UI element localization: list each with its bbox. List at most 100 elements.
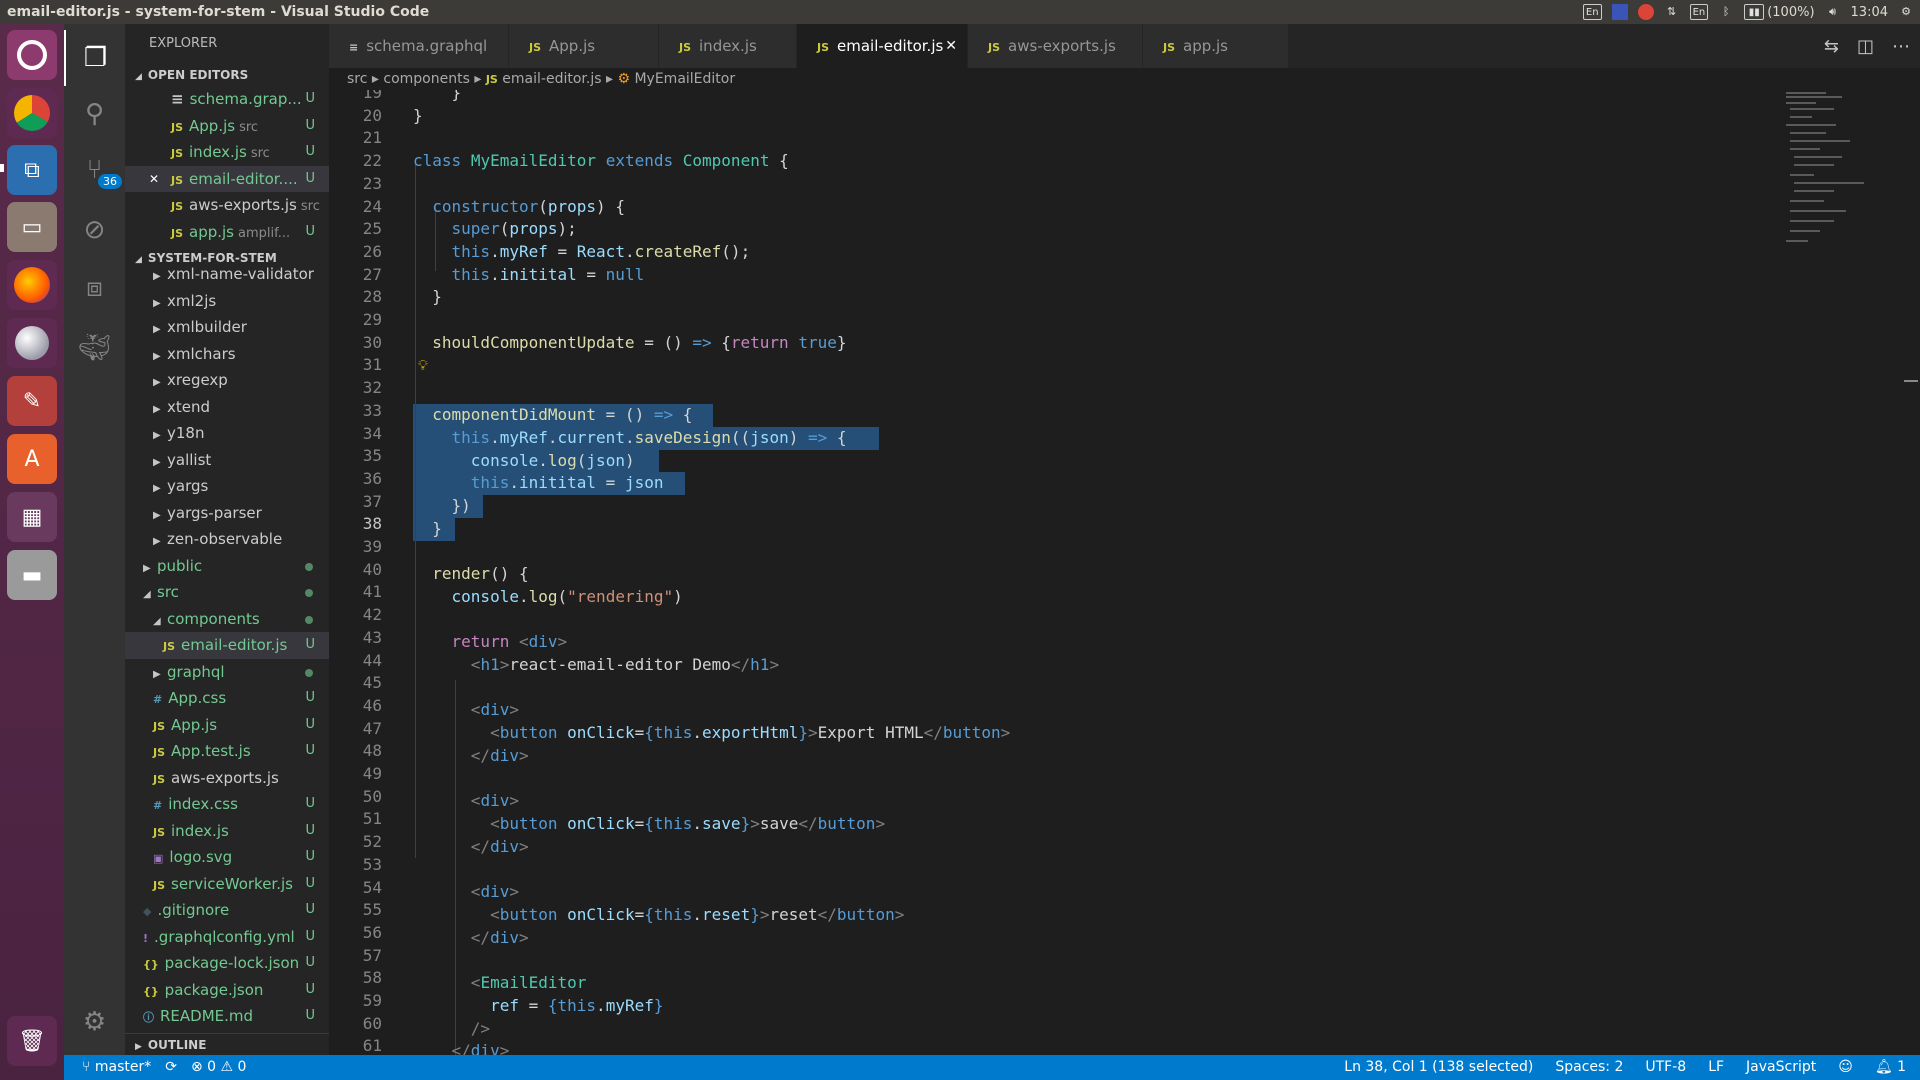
tree-file[interactable]: JS index.js U — [125, 818, 329, 845]
tree-file[interactable]: JS App.js U — [125, 712, 329, 739]
git-branch[interactable]: ⑂ master* — [82, 1055, 151, 1080]
tree-file[interactable]: {} package-lock.json U — [125, 950, 329, 977]
tree-folder[interactable]: ▶ xmlbuilder — [125, 314, 329, 341]
trash-icon[interactable]: 🗑︎ — [7, 1016, 57, 1066]
split-editor-icon[interactable]: ◫ — [1857, 36, 1874, 57]
vertical-scrollbar[interactable] — [1904, 90, 1918, 1055]
battery-indicator[interactable]: ▮▮ (100%) — [1744, 4, 1815, 20]
system-settings-icon[interactable]: ✎ — [7, 376, 57, 426]
open-editor-item[interactable]: JS app.js amplif... U — [125, 219, 329, 246]
tree-folder[interactable]: ◢ components — [125, 606, 329, 633]
keyboard-indicator[interactable]: En — [1582, 4, 1602, 20]
tree-file[interactable]: ! .graphqlconfig.yml U — [125, 924, 329, 951]
git-file-icon: ◆ — [143, 905, 152, 918]
docker-icon[interactable]: 🐳︎ — [64, 320, 125, 376]
sync-icon[interactable]: ⟳ — [165, 1055, 177, 1080]
tree-folder[interactable]: ▶ xml2js — [125, 288, 329, 315]
breadcrumb-file[interactable]: email-editor.js — [502, 71, 601, 87]
close-icon[interactable]: ✕ — [149, 166, 159, 193]
open-editors-section[interactable]: ◢ OPEN EDITORS — [125, 64, 329, 86]
lightbulb-icon[interactable]: 💡︎ — [418, 358, 428, 374]
tree-file[interactable]: # App.css U — [125, 685, 329, 712]
tree-folder[interactable]: ▶ xtend — [125, 394, 329, 421]
code-editor[interactable]: 19 20 21 22 23 24 25 26 27 28 29 30 31 32 33 34 35 36 37 38… — [329, 90, 1779, 1055]
tab-App-js[interactable]: JS App.js — [509, 24, 659, 68]
source-control-icon[interactable]: ⑂ 36 — [64, 142, 125, 198]
tree-file[interactable]: # index.css U — [125, 791, 329, 818]
tree-folder[interactable]: ▶ xml-name-validator — [125, 261, 329, 288]
open-changes-icon[interactable]: ⇆ — [1824, 36, 1839, 57]
tree-folder[interactable]: ▶ xmlchars — [125, 341, 329, 368]
tree-folder[interactable]: ▶ xregexp — [125, 367, 329, 394]
drive-icon[interactable]: ▬ — [7, 550, 57, 600]
tab-aws-exports-js[interactable]: JS aws-exports.js — [968, 24, 1143, 68]
tree-folder[interactable]: ▶ graphql — [125, 659, 329, 686]
open-editor-item[interactable]: JS index.js src U — [125, 139, 329, 166]
input-method-indicator[interactable]: En — [1689, 4, 1709, 20]
tree-file[interactable]: ⓘ README.md U — [125, 1003, 329, 1030]
line-number: 41 — [362, 582, 382, 602]
tree-file[interactable]: JS aws-exports.js — [125, 765, 329, 792]
tree-folder[interactable]: ▶ zen-observable — [125, 526, 329, 553]
breadcrumb-src[interactable]: src — [347, 71, 367, 87]
vscode-icon[interactable]: ⧉ — [7, 145, 57, 195]
tree-file[interactable]: {} package.json U — [125, 977, 329, 1004]
breadcrumb-components[interactable]: components — [383, 71, 470, 87]
tree-folder[interactable]: ▶ yargs — [125, 473, 329, 500]
tree-file[interactable]: ◆ .gitignore U — [125, 897, 329, 924]
tree-folder[interactable]: ▶ yargs-parser — [125, 500, 329, 527]
language-mode[interactable]: JavaScript — [1746, 1055, 1816, 1080]
code-line: this.initital = json — [470, 473, 664, 492]
tab-index-js[interactable]: JS index.js — [659, 24, 797, 68]
debug-icon[interactable]: ⊘ — [64, 202, 125, 258]
settings-gear-icon[interactable]: ⚙ — [1898, 4, 1914, 20]
tree-folder[interactable]: ◢ src — [125, 579, 329, 606]
js-file-icon: JS — [163, 640, 176, 653]
problems-indicator[interactable]: ⊗ 0 ⚠ 0 — [191, 1055, 247, 1080]
tree-file[interactable]: JS email-editor.js U — [125, 632, 329, 659]
tree-folder[interactable]: ▶ public — [125, 553, 329, 580]
extensions-icon[interactable]: ⧈ — [64, 260, 125, 316]
css-file-icon: # — [153, 693, 163, 706]
indentation[interactable]: Spaces: 2 — [1555, 1055, 1623, 1080]
flag-icon[interactable] — [1611, 4, 1628, 20]
workspace-switcher-icon[interactable]: ▦ — [7, 492, 57, 542]
tree-file[interactable]: JS App.test.js U — [125, 738, 329, 765]
volume-icon[interactable]: 🔊︎ — [1825, 4, 1841, 20]
bluetooth-icon[interactable]: ᛒ — [1718, 4, 1734, 20]
files-icon[interactable]: ▭ — [7, 202, 57, 252]
tree-file[interactable]: ▣ logo.svg U — [125, 844, 329, 871]
network-globe-icon[interactable] — [7, 318, 57, 368]
ubuntu-dash-icon[interactable] — [7, 30, 57, 80]
explorer-icon[interactable]: ❐ — [64, 30, 125, 86]
firefox-icon[interactable] — [7, 260, 57, 310]
chrome-icon[interactable] — [1637, 4, 1654, 20]
manage-gear-icon[interactable]: ⚙ — [64, 994, 125, 1050]
end-of-line[interactable]: LF — [1708, 1055, 1724, 1080]
more-actions-icon[interactable]: ⋯ — [1892, 36, 1910, 57]
network-arrows-icon[interactable]: ⇅ — [1664, 4, 1680, 20]
tree-folder[interactable]: ▶ y18n — [125, 420, 329, 447]
minimap[interactable] — [1782, 90, 1902, 260]
encoding[interactable]: UTF-8 — [1645, 1055, 1686, 1080]
open-editor-item[interactable]: JS aws-exports.js src — [125, 192, 329, 219]
tab-schema-graphql[interactable]: ≡ schema.graphql — [329, 24, 509, 68]
outline-section[interactable]: ▶ OUTLINE — [125, 1033, 329, 1055]
git-status-badge: U — [305, 91, 315, 106]
open-editor-item[interactable]: ≡ schema.grap... U — [125, 86, 329, 113]
tree-file[interactable]: JS serviceWorker.js U — [125, 871, 329, 898]
notifications[interactable]: 🔔︎ 1 — [1875, 1055, 1906, 1080]
tab-app-js[interactable]: JS app.js — [1143, 24, 1289, 68]
software-center-icon[interactable]: A — [7, 434, 57, 484]
tree-folder[interactable]: ▶ yallist — [125, 447, 329, 474]
tab-email-editor-js[interactable]: JS email-editor.js ✕ — [797, 24, 968, 68]
open-editor-item[interactable]: ✕ JS email-editor.... U — [125, 165, 329, 193]
breadcrumb-symbol[interactable]: MyEmailEditor — [634, 71, 735, 87]
search-icon[interactable]: ⚲ — [64, 86, 125, 142]
close-icon[interactable]: ✕ — [945, 24, 957, 68]
open-editor-item[interactable]: JS App.js src U — [125, 113, 329, 140]
clock[interactable]: 13:04 — [1851, 5, 1888, 20]
feedback-smiley-icon[interactable]: ☺ — [1838, 1055, 1853, 1080]
cursor-position[interactable]: Ln 38, Col 1 (138 selected) — [1344, 1055, 1533, 1080]
chrome-icon[interactable] — [7, 88, 57, 138]
